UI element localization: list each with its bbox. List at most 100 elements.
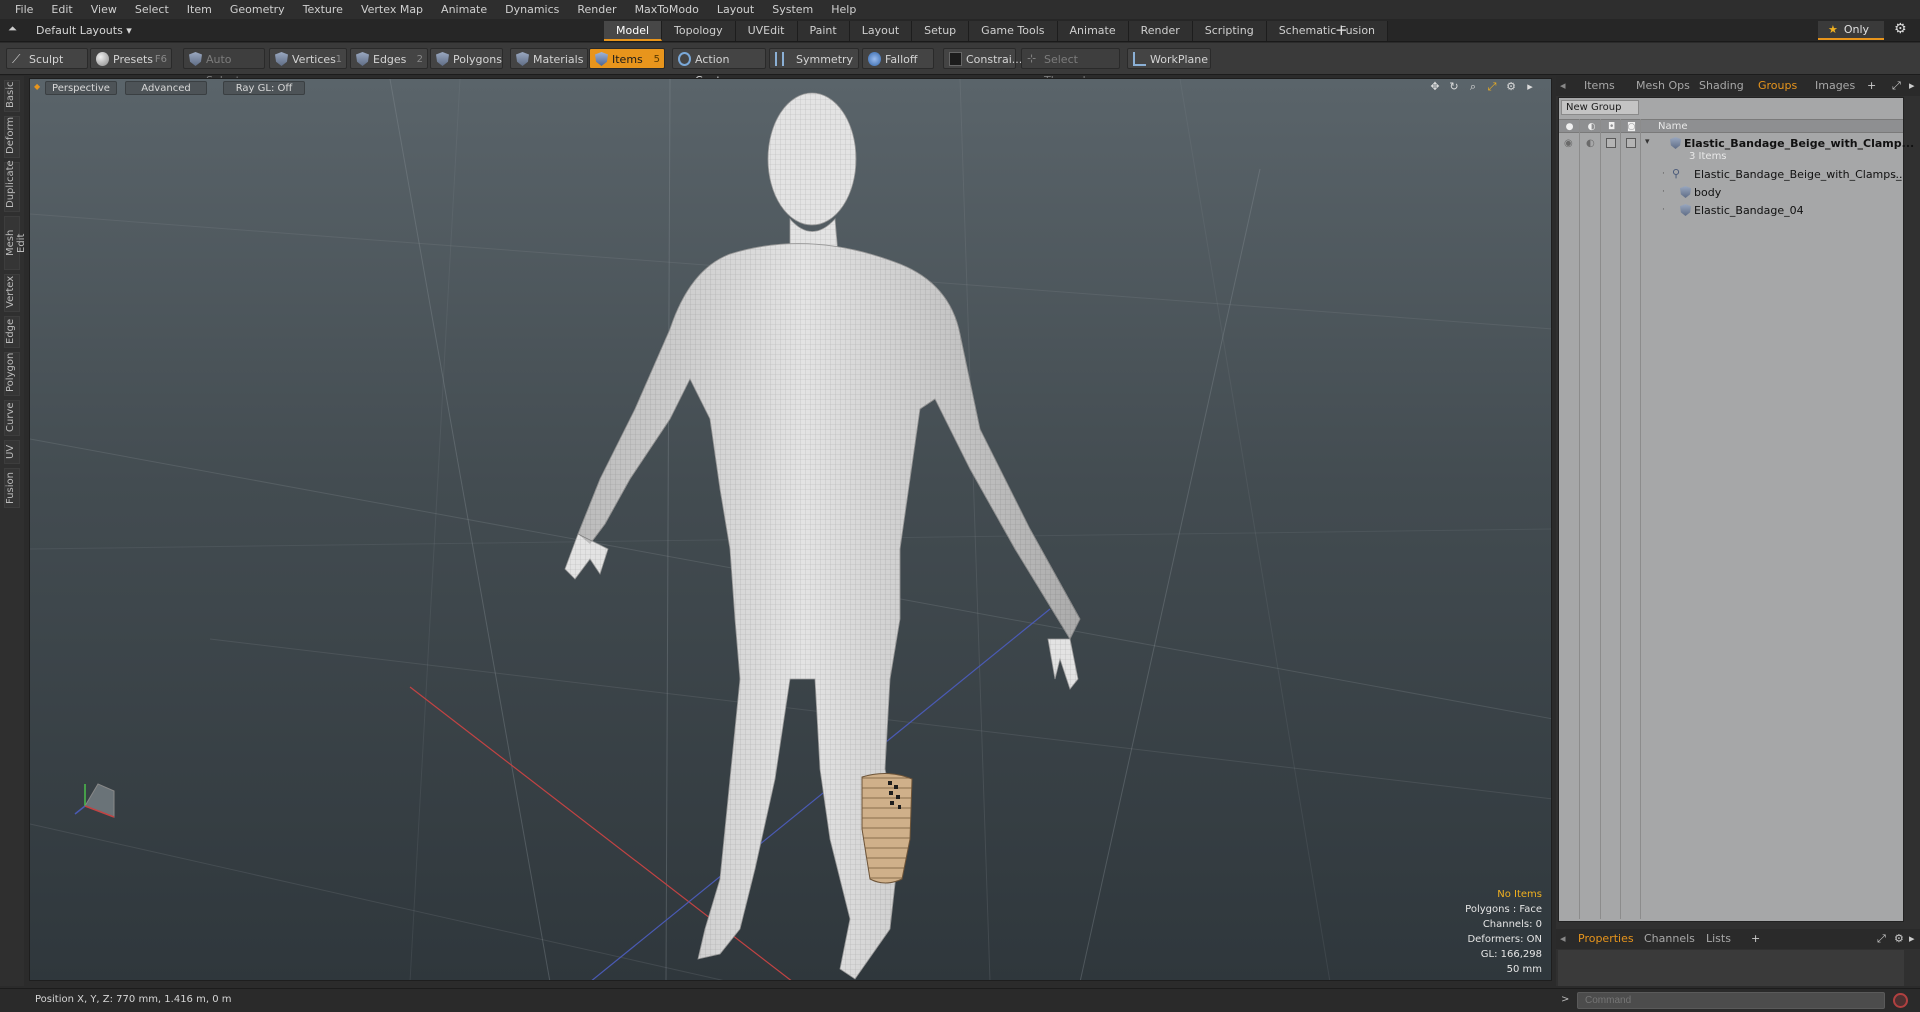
zoom-icon[interactable]: ⌕ [1466,80,1480,94]
tab-shading[interactable]: Shading [1699,78,1744,94]
add-bottom-tab-icon[interactable]: + [1751,931,1760,947]
select-through-button[interactable]: ⊹Select Through [1021,48,1120,87]
fit-icon[interactable]: ⤢ [1485,80,1499,94]
group-row-child[interactable]: · Elastic_Bandage_04 [1559,202,1903,219]
panel-arrow-icon[interactable]: ▸ [1909,78,1915,94]
tab-properties[interactable]: Properties [1578,931,1634,947]
lock-header-icon[interactable]: ◘ [1606,122,1617,132]
raygl-button[interactable]: Ray GL: Off [223,81,305,95]
menu-help[interactable]: Help [822,0,865,19]
tab-mesh-ops[interactable]: Mesh Ops [1636,78,1690,94]
tab-uv[interactable]: UV [4,440,20,464]
edges-button[interactable]: Edges 2 [350,48,428,69]
name-column-header[interactable]: Name [1658,120,1688,134]
menu-select[interactable]: Select [126,0,178,19]
presets-button[interactable]: Presets F6 [90,48,172,69]
menu-file[interactable]: File [6,0,42,19]
tab-curve[interactable]: Curve [4,400,20,436]
falloff-button[interactable]: Falloff [862,48,934,69]
tab-edge[interactable]: Edge [4,316,20,348]
viewport-settings-icon[interactable]: ⚙ [1504,80,1518,94]
menu-geometry[interactable]: Geometry [221,0,294,19]
bandage-mesh[interactable] [861,773,913,884]
menu-view[interactable]: View [82,0,126,19]
pan-icon[interactable]: ✥ [1428,80,1442,94]
tab-deform[interactable]: Deform [4,116,20,158]
tab-images[interactable]: Images [1815,78,1855,94]
select-header-icon[interactable]: ◙ [1626,122,1637,132]
command-input[interactable] [1577,992,1885,1009]
bottom-arrow-icon[interactable]: ▸ [1909,931,1915,947]
tab-vertex[interactable]: Vertex [4,274,20,312]
symmetry-button[interactable]: Symmetry [769,48,859,69]
command-history-icon[interactable] [1893,993,1908,1008]
viewport-menu-icon[interactable]: ◆ [34,82,40,91]
scene-canvas[interactable] [30,79,1552,981]
action-center-button[interactable]: Action Center [672,48,766,87]
items-button[interactable]: Items 5 [589,48,665,69]
tab-basic[interactable]: Basic [4,80,20,112]
visibility-eye-icon[interactable]: ◉ [1564,139,1573,149]
add-panel-tab-icon[interactable]: + [1867,78,1876,94]
polygons-button[interactable]: Polygons [430,48,503,69]
menu-vertex-map[interactable]: Vertex Map [352,0,432,19]
perspective-button[interactable]: Perspective [45,81,117,95]
rotate-icon[interactable]: ↻ [1447,80,1461,94]
layout-dropdown[interactable]: Default Layouts ▾ [28,22,140,39]
workplane-button[interactable]: WorkPlane [1127,48,1211,69]
menu-animate[interactable]: Animate [432,0,496,19]
group-row-child[interactable]: · ⚲ Elastic_Bandage_Beige_with_Clamps_ .… [1559,166,1903,183]
bottom-maximize-icon[interactable]: ⤢ [1877,931,1886,947]
tab-render[interactable]: Render [1128,21,1193,41]
select-checkbox[interactable] [1626,138,1636,148]
tab-topology[interactable]: Topology [662,21,736,41]
collapse-icon[interactable]: ⏶ [8,22,17,36]
tab-lists[interactable]: Lists [1706,931,1731,947]
collapse-arrow-icon[interactable]: ▾ [1645,137,1650,147]
bottom-settings-icon[interactable]: ⚙ [1894,931,1904,947]
menu-texture[interactable]: Texture [294,0,352,19]
menu-render[interactable]: Render [568,0,625,19]
group-row-root[interactable]: ◉ ◐ ▾ Elastic_Bandage_Beige_with_Clamp..… [1559,135,1914,163]
render-toggle-icon[interactable]: ◐ [1586,139,1595,149]
menu-maxtomodo[interactable]: MaxToModo [626,0,708,19]
menu-dynamics[interactable]: Dynamics [496,0,568,19]
menu-system[interactable]: System [763,0,822,19]
materials-button[interactable]: Materials [510,48,588,69]
panel-menu-icon[interactable]: ◂ [1560,78,1566,94]
vertices-button[interactable]: Vertices 1 [269,48,347,69]
visibility-header-icon[interactable]: ● [1564,122,1575,132]
maximize-icon[interactable]: ⤢ [1892,78,1901,94]
tab-duplicate[interactable]: Duplicate [4,160,20,212]
tab-groups[interactable]: Groups [1758,78,1797,94]
sculpt-button[interactable]: ⟋ Sculpt [6,48,88,69]
menu-layout[interactable]: Layout [708,0,763,19]
tab-uvedit[interactable]: UVEdit [735,21,798,41]
tab-model[interactable]: Model [604,21,663,41]
bottom-panel-menu-icon[interactable]: ◂ [1560,931,1566,947]
tab-mesh-edit[interactable]: Mesh Edit [4,216,27,270]
tab-items[interactable]: Items [1584,78,1615,94]
tab-schematic-fusion[interactable]: Schematic Fusion [1266,21,1389,41]
render-header-icon[interactable]: ◐ [1586,122,1597,132]
tab-polygon[interactable]: Polygon [4,352,20,396]
add-tab-icon[interactable]: + [1335,21,1348,39]
tab-game-tools[interactable]: Game Tools [969,21,1058,41]
menu-item[interactable]: Item [178,0,221,19]
lock-checkbox[interactable] [1606,138,1616,148]
tab-paint[interactable]: Paint [797,21,850,41]
tab-channels[interactable]: Channels [1644,931,1695,947]
3d-viewport[interactable]: ◆ Perspective Advanced Ray GL: Off ✥ ↻ ⌕… [29,78,1552,981]
menu-edit[interactable]: Edit [42,0,81,19]
tab-scripting[interactable]: Scripting [1192,21,1267,41]
group-row-child[interactable]: · body [1559,184,1903,201]
only-toggle[interactable]: ★ Only [1818,21,1884,40]
advanced-button[interactable]: Advanced [125,81,207,95]
tab-animate[interactable]: Animate [1057,21,1129,41]
tab-layout[interactable]: Layout [849,21,913,41]
expand-arrow-icon[interactable]: ▸ [1523,80,1537,94]
tab-setup[interactable]: Setup [912,21,970,41]
constraints-button[interactable]: Constrai... [943,48,1022,69]
gear-icon[interactable]: ⚙ [1894,21,1907,37]
new-group-button[interactable]: New Group [1561,100,1639,115]
